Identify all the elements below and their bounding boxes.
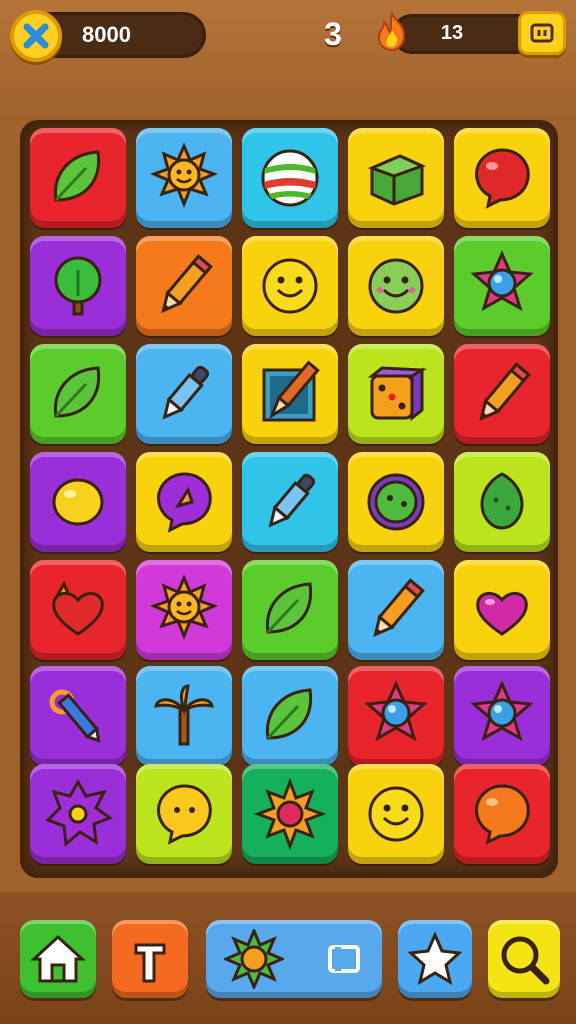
- dice-icon: [367, 366, 428, 422]
- cactus-icon: [480, 472, 524, 530]
- game-board: [20, 120, 558, 878]
- tile-r3-c2[interactable]: [136, 344, 232, 444]
- hint-button[interactable]: [488, 920, 560, 998]
- tile-r7-c2[interactable]: [136, 764, 232, 864]
- tile-r1-c5[interactable]: [454, 128, 550, 228]
- tile-r2-c4[interactable]: [348, 236, 444, 336]
- pink-heart-icon: [476, 592, 528, 636]
- tile-r1-c2[interactable]: [136, 128, 232, 228]
- palm-icon: [153, 684, 215, 746]
- tile-r6-c2[interactable]: [136, 666, 232, 766]
- lemon-icon: [52, 478, 104, 526]
- tile-r6-c1[interactable]: [30, 666, 126, 766]
- flower-icon: [254, 778, 326, 850]
- undo-button[interactable]: [112, 920, 188, 998]
- tile-r6-c4[interactable]: [348, 666, 444, 766]
- dropper-icon: [162, 365, 210, 420]
- pencil-icon: [161, 254, 213, 314]
- green-orb-icon: [367, 473, 425, 531]
- tile-r1-c4[interactable]: [348, 128, 444, 228]
- leaf-icon: [265, 582, 313, 634]
- undo-icon: [134, 943, 166, 983]
- tile-r3-c1[interactable]: [30, 344, 126, 444]
- menu-button[interactable]: [518, 11, 566, 55]
- leaf-icon: [265, 688, 313, 740]
- tile-r2-c3[interactable]: [242, 236, 338, 336]
- tile-r3-c3[interactable]: [242, 344, 338, 444]
- tile-r5-c4[interactable]: [348, 560, 444, 660]
- tile-r2-c1[interactable]: [30, 236, 126, 336]
- key-icon: [49, 689, 101, 743]
- sun-icon: [149, 142, 219, 209]
- tile-r6-c5[interactable]: [454, 666, 550, 766]
- tile-r3-c4[interactable]: [348, 344, 444, 444]
- orange-bubble-icon: [475, 784, 530, 845]
- leaf-icon: [53, 150, 101, 202]
- pencil-icon: [373, 578, 425, 638]
- tile-r2-c2[interactable]: [136, 236, 232, 336]
- tile-r3-c5[interactable]: [454, 344, 550, 444]
- magnifier-icon: [501, 936, 550, 985]
- tile-r7-c5[interactable]: [454, 764, 550, 864]
- card-slot-icon: [328, 945, 360, 973]
- level-number: 3: [324, 16, 342, 52]
- close-icon: [23, 23, 49, 49]
- menu-icon: [530, 23, 554, 43]
- star-button[interactable]: [398, 920, 472, 998]
- brush-icon: [262, 360, 320, 422]
- tile-r6-c3[interactable]: [242, 666, 338, 766]
- tile-r2-c5[interactable]: [454, 236, 550, 336]
- box-icon: [367, 154, 426, 206]
- red-heart-icon: [52, 580, 104, 636]
- leaf-icon: [53, 366, 101, 418]
- powerup-bar[interactable]: [206, 920, 382, 998]
- sun-gem-icon: [224, 929, 284, 989]
- tile-r4-c1[interactable]: [30, 452, 126, 552]
- gem-star-icon: [364, 680, 428, 742]
- tile-r7-c3[interactable]: [242, 764, 338, 864]
- striped-ball-icon: [261, 149, 319, 207]
- star-icon: [407, 931, 463, 986]
- tile-r4-c3[interactable]: [242, 452, 338, 552]
- tile-r5-c2[interactable]: [136, 560, 232, 660]
- green-smiley-icon: [368, 258, 424, 314]
- close-button[interactable]: [10, 10, 62, 62]
- dropper-icon: [268, 473, 316, 528]
- tile-r4-c5[interactable]: [454, 452, 550, 552]
- coin-value: 8000: [82, 22, 131, 47]
- yellow-bubble-icon: [157, 784, 212, 845]
- tile-r5-c1[interactable]: [30, 560, 126, 660]
- tile-r1-c3[interactable]: [242, 128, 338, 228]
- sun-icon: [149, 574, 219, 641]
- tile-r1-c1[interactable]: [30, 128, 126, 228]
- smiley-icon: [368, 786, 424, 842]
- purple-bubble-icon: [157, 472, 212, 533]
- tile-r7-c1[interactable]: [30, 764, 126, 864]
- gem-star-icon: [470, 250, 534, 312]
- red-balloon-icon: [475, 148, 530, 209]
- pencil-icon: [479, 362, 531, 422]
- gem-star-icon: [470, 680, 534, 742]
- fire-count: 13: [440, 22, 464, 44]
- tile-r4-c2[interactable]: [136, 452, 232, 552]
- tile-r7-c4[interactable]: [348, 764, 444, 864]
- tile-r4-c4[interactable]: [348, 452, 444, 552]
- tile-r5-c5[interactable]: [454, 560, 550, 660]
- tree-icon: [54, 256, 102, 316]
- home-button[interactable]: [20, 920, 96, 998]
- spiky-ball-icon: [45, 778, 114, 847]
- home-icon: [30, 934, 86, 983]
- tile-r5-c3[interactable]: [242, 560, 338, 660]
- fire-icon: [377, 11, 406, 52]
- smiley-icon: [262, 258, 318, 314]
